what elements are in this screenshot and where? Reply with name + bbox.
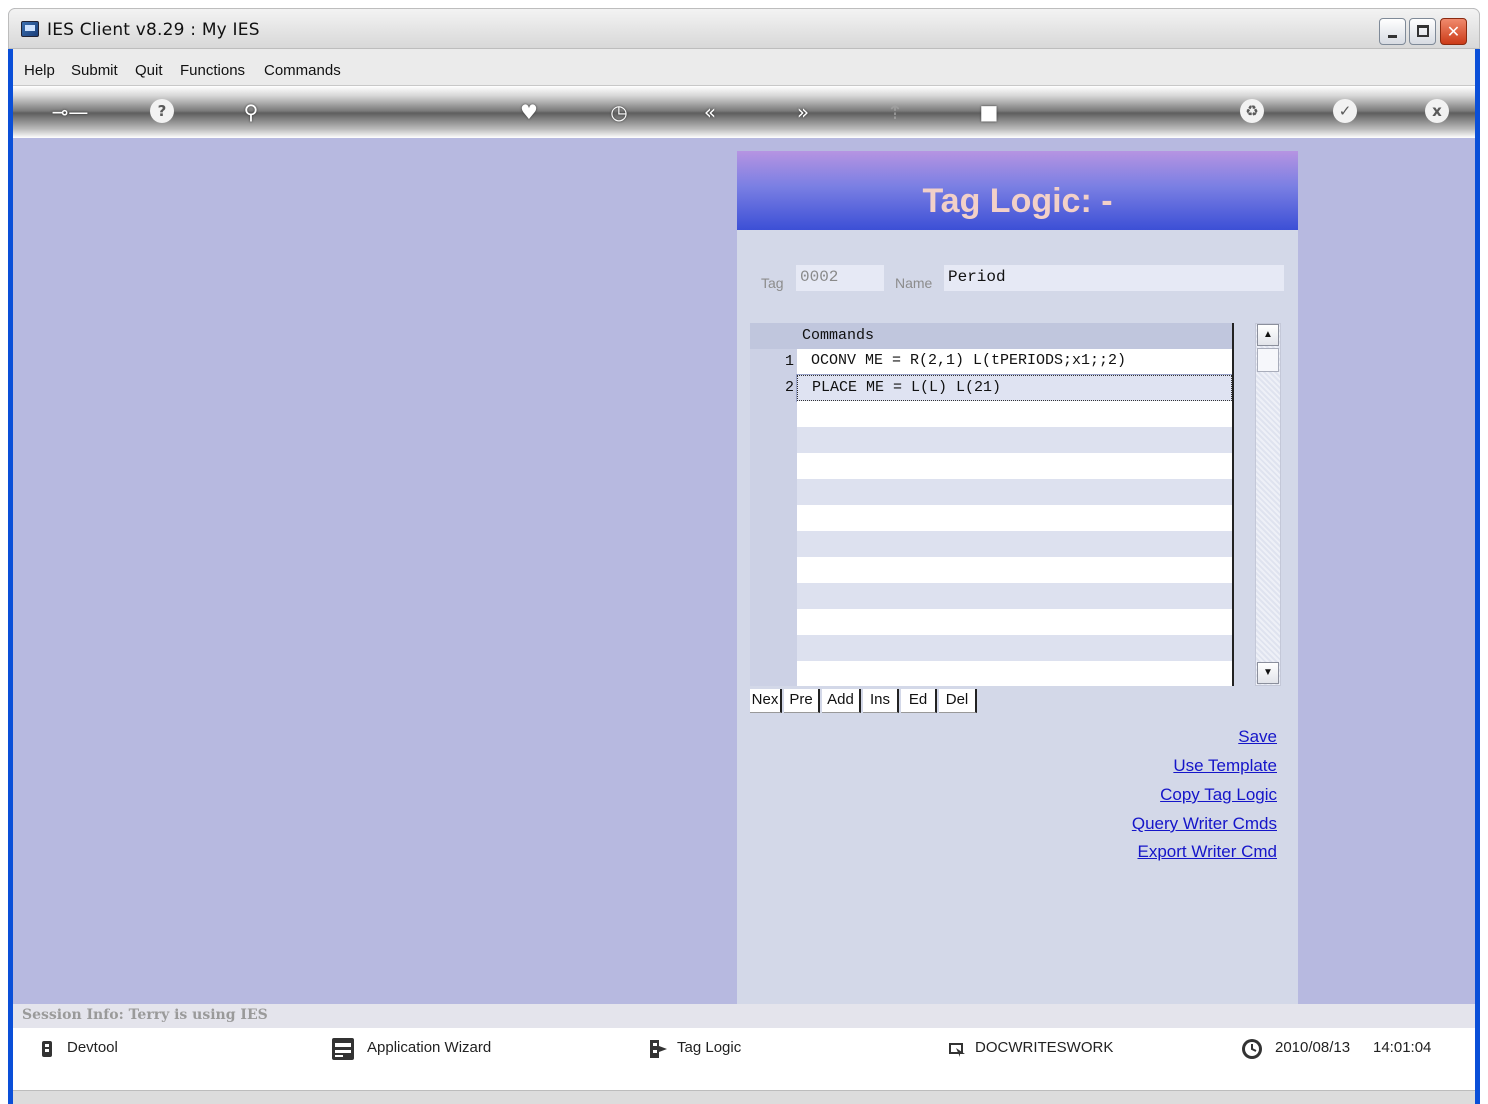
empty-row[interactable] [797, 479, 1232, 505]
scroll-down-icon[interactable]: ▼ [1257, 662, 1279, 684]
query-writer-cmds-link[interactable]: Query Writer Cmds [1132, 814, 1277, 834]
status-date: 2010/08/13 [1275, 1039, 1351, 1056]
close-button[interactable]: ✕ [1440, 18, 1467, 45]
status-bar: Devtool Application Wizard Tag Logic DOC… [13, 1028, 1475, 1090]
export-writer-cmd-link[interactable]: Export Writer Cmd [1138, 842, 1278, 862]
toolbar: ⊸— ? ⚲ ♥ ◷ « » ⇡ ■ ♻ ✓ x [13, 86, 1475, 138]
empty-row[interactable] [797, 427, 1232, 453]
edit-button[interactable]: Ed [901, 689, 937, 713]
fast-forward-icon[interactable]: » [789, 99, 817, 125]
clock-icon[interactable]: ◷ [605, 99, 633, 125]
title-bar[interactable]: IES Client v8.29 : My IES ✕ [8, 8, 1480, 49]
status-time: 14:01:04 [1373, 1039, 1432, 1056]
rewind-icon[interactable]: « [696, 99, 724, 125]
commands-grid: Commands 1 OCONV ME = R(2,1) L(tPERIODS;… [750, 323, 1234, 686]
save-link[interactable]: Save [1238, 727, 1277, 747]
menu-commands[interactable]: Commands [264, 62, 341, 79]
upload-icon[interactable]: ⇡ [881, 99, 909, 125]
menu-help[interactable]: Help [24, 62, 55, 79]
maximize-icon [1417, 25, 1429, 37]
main-area: Tag Logic: - Tag 0002 Name Period Comman… [13, 138, 1475, 1004]
search-icon[interactable]: ⚲ [237, 99, 265, 125]
docwrites-icon [949, 1043, 965, 1057]
empty-row[interactable] [797, 531, 1232, 557]
empty-row[interactable] [797, 661, 1232, 686]
tag-logic-icon [650, 1040, 667, 1058]
grid-border [1232, 323, 1234, 686]
copy-tag-logic-link[interactable]: Copy Tag Logic [1160, 785, 1277, 805]
row-number-1: 1 [784, 353, 794, 370]
previous-button[interactable]: Pre [784, 689, 820, 713]
tag-logic-panel: Tag Logic: - Tag 0002 Name Period Comman… [737, 151, 1298, 1004]
name-field[interactable]: Period [944, 265, 1284, 291]
command-row-2[interactable]: PLACE ME = L(L) L(21) [796, 374, 1233, 402]
add-button[interactable]: Add [822, 689, 861, 713]
tag-label: Tag [761, 275, 784, 291]
row-number-2: 2 [784, 379, 794, 396]
help-icon[interactable]: ? [150, 99, 174, 123]
tag-logic-label[interactable]: Tag Logic [677, 1039, 741, 1056]
session-info-bar: Session Info: Terry is using IES [13, 1004, 1475, 1028]
empty-row[interactable] [797, 609, 1232, 635]
scroll-up-icon[interactable]: ▲ [1257, 324, 1279, 346]
key-icon[interactable]: ⊸— [47, 99, 93, 125]
menu-bar: Help Submit Quit Functions Commands [13, 49, 1475, 86]
insert-button[interactable]: Ins [863, 689, 899, 713]
delete-button[interactable]: Del [939, 689, 977, 713]
grid-scrollbar[interactable]: ▲ ▼ [1255, 323, 1281, 686]
application-wizard-label[interactable]: Application Wizard [367, 1039, 491, 1056]
tag-field[interactable]: 0002 [796, 265, 884, 291]
command-row-1[interactable]: OCONV ME = R(2,1) L(tPERIODS;x1;;2) [797, 349, 1232, 375]
empty-row[interactable] [797, 557, 1232, 583]
menu-quit[interactable]: Quit [135, 62, 163, 79]
menu-submit[interactable]: Submit [71, 62, 118, 79]
app-window: IES Client v8.29 : My IES ✕ Help Submit … [8, 8, 1480, 1104]
devtool-icon [42, 1041, 52, 1057]
empty-row[interactable] [797, 635, 1232, 661]
maximize-button[interactable] [1409, 18, 1436, 45]
panel-header: Tag Logic: - [737, 151, 1298, 230]
empty-row[interactable] [797, 583, 1232, 609]
close-icon[interactable]: x [1425, 99, 1449, 123]
clock-icon [1242, 1039, 1262, 1059]
minimize-button[interactable] [1379, 18, 1406, 45]
window-title: IES Client v8.29 : My IES [47, 20, 260, 40]
bottom-strip [13, 1090, 1475, 1104]
use-template-link[interactable]: Use Template [1173, 756, 1277, 776]
docwrites-label[interactable]: DOCWRITESWORK [975, 1039, 1113, 1056]
scroll-thumb[interactable] [1257, 348, 1279, 372]
panel-title: Tag Logic: - [922, 182, 1113, 220]
empty-row[interactable] [797, 505, 1232, 531]
devtool-label[interactable]: Devtool [67, 1039, 118, 1056]
check-icon[interactable]: ✓ [1333, 99, 1357, 123]
minimize-icon [1388, 35, 1397, 38]
name-label: Name [895, 275, 933, 291]
app-icon [21, 21, 39, 37]
session-info: Session Info: Terry is using IES [22, 1007, 268, 1023]
stop-icon[interactable]: ■ [975, 99, 1003, 125]
application-wizard-icon [332, 1038, 354, 1060]
commands-column-header: Commands [802, 327, 875, 344]
next-button[interactable]: Nex [750, 689, 782, 713]
grid-header: Commands [750, 323, 1234, 349]
recycle-icon[interactable]: ♻ [1240, 99, 1264, 123]
close-icon: ✕ [1446, 22, 1461, 41]
menu-functions[interactable]: Functions [180, 62, 245, 79]
empty-row[interactable] [797, 453, 1232, 479]
heart-icon[interactable]: ♥ [515, 99, 543, 125]
empty-row[interactable] [797, 401, 1232, 427]
